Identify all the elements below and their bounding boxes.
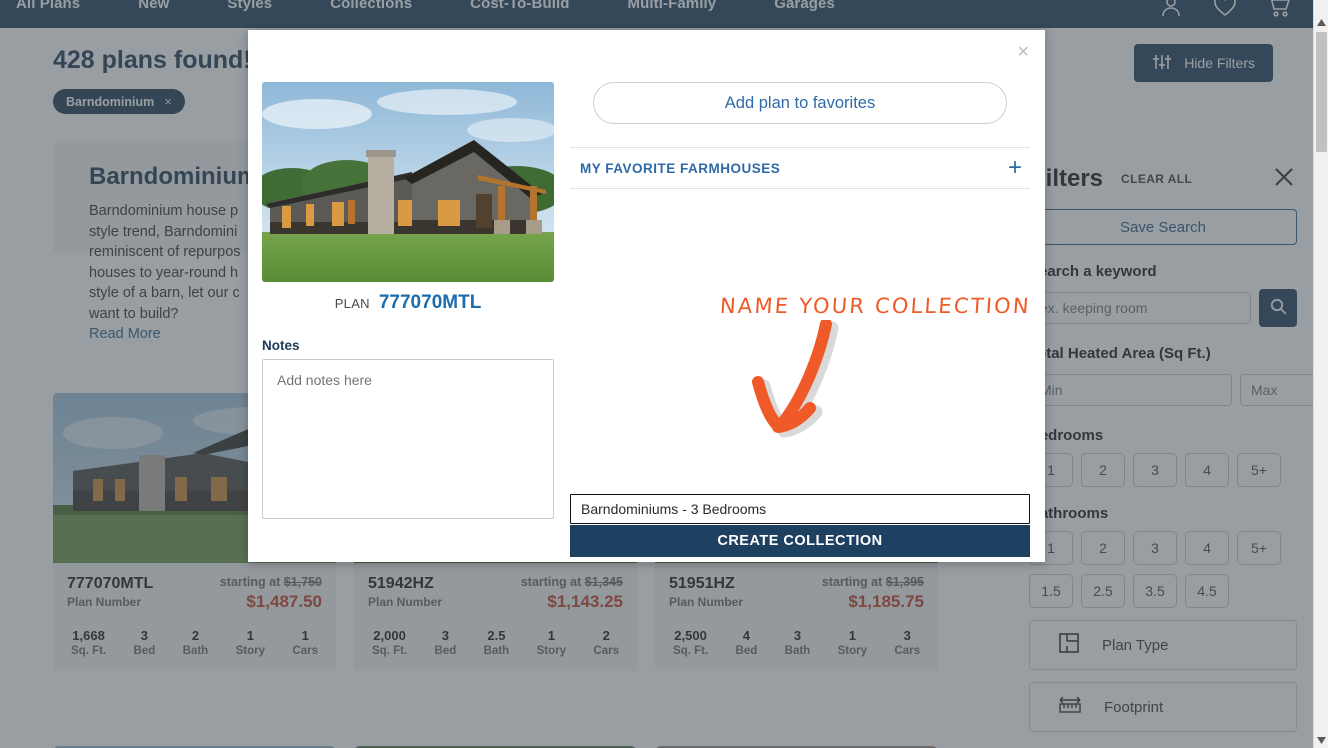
modal-plan-column: PLAN 777070MTL Notes	[262, 82, 554, 524]
annotation-arrow-icon	[748, 318, 858, 460]
notes-input[interactable]	[262, 359, 554, 519]
add-to-collection-plus-icon[interactable]: +	[1008, 156, 1022, 180]
collection-name-input[interactable]	[570, 494, 1030, 524]
modal-plan-number: 777070MTL	[378, 292, 482, 313]
plan-label: PLAN	[334, 296, 370, 311]
annotation-text: NAME YOUR COLLECTION	[719, 294, 1032, 318]
notes-label: Notes	[262, 338, 300, 353]
favorite-collection-row[interactable]: MY FAVORITE FARMHOUSES +	[570, 147, 1030, 189]
favorites-modal: × PLAN 777070MTL Notes Add notes here Ad…	[248, 30, 1045, 562]
plan-thumbnail-box	[262, 82, 554, 282]
modal-collections-column: Add plan to favorites MY FAVORITE FARMHO…	[570, 82, 1032, 557]
page-scrollbar[interactable]	[1313, 0, 1328, 748]
plan-thumbnail-image	[262, 82, 554, 282]
app-root: 428 plans found! Barndominium × Hide Fil…	[0, 0, 1328, 748]
add-plan-to-favorites-button[interactable]: Add plan to favorites	[593, 82, 1007, 124]
favorite-collection-name: MY FAVORITE FARMHOUSES	[580, 160, 781, 176]
scroll-down-arrow-icon[interactable]	[1314, 732, 1328, 748]
scroll-up-arrow-icon[interactable]	[1314, 14, 1328, 30]
create-collection-button[interactable]: CREATE COLLECTION	[570, 525, 1030, 557]
plan-caption: PLAN 777070MTL	[262, 282, 554, 328]
close-icon[interactable]: ×	[1017, 42, 1029, 62]
scrollbar-thumb[interactable]	[1316, 32, 1327, 152]
